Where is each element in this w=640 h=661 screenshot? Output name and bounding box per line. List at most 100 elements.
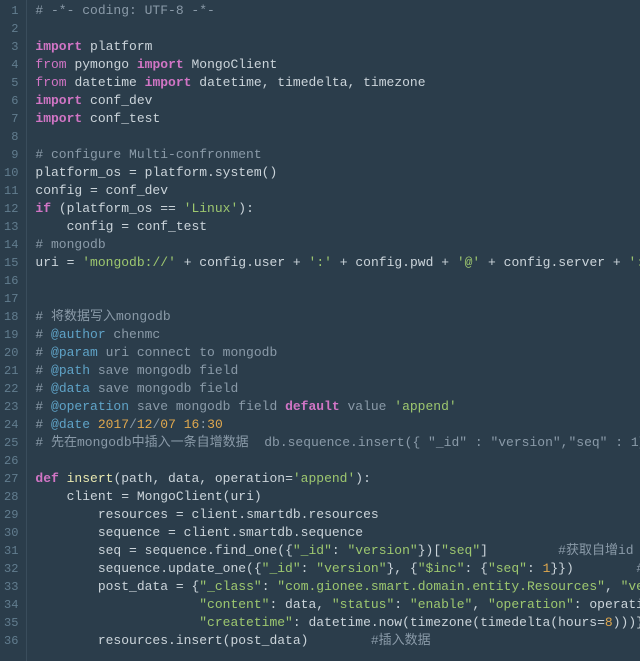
line-number: 18 xyxy=(4,308,18,326)
code-token: platform.system() xyxy=(137,165,277,180)
code-line[interactable]: sequence.update_one({"_id": "version"}, … xyxy=(35,560,640,578)
line-number: 24 xyxy=(4,416,18,434)
code-line[interactable]: # @path save mongodb field xyxy=(35,362,640,380)
code-token: ): xyxy=(238,201,254,216)
code-token xyxy=(332,255,340,270)
code-line[interactable]: # mongodb xyxy=(35,236,640,254)
code-line[interactable]: client = MongoClient(uri) xyxy=(35,488,640,506)
code-line[interactable] xyxy=(35,272,640,290)
code-token: # xyxy=(35,399,51,414)
code-line[interactable]: # @param uri connect to mongodb xyxy=(35,344,640,362)
code-token xyxy=(449,255,457,270)
code-line[interactable]: from datetime import datetime, timedelta… xyxy=(35,74,640,92)
code-token: sequence xyxy=(35,525,168,540)
code-line[interactable]: if (platform_os == 'Linux'): xyxy=(35,200,640,218)
code-line[interactable]: import platform xyxy=(35,38,640,56)
code-token: sequence.find_one({ xyxy=(137,543,293,558)
code-token: # -*- coding: UTF-8 -*- xyxy=(35,3,214,18)
code-line[interactable]: def insert(path, data, operation='append… xyxy=(35,470,640,488)
code-token: value xyxy=(340,399,395,414)
code-token: client.smartdb.resources xyxy=(184,507,379,522)
code-token: import xyxy=(137,57,184,72)
code-token: "_class" xyxy=(199,579,261,594)
code-line[interactable]: "content": data, "status": "enable", "op… xyxy=(35,596,640,614)
code-line[interactable]: import conf_test xyxy=(35,110,640,128)
code-line[interactable]: import conf_dev xyxy=(35,92,640,110)
line-number: 17 xyxy=(4,290,18,308)
code-line[interactable] xyxy=(35,20,640,38)
code-token: : xyxy=(301,561,317,576)
code-token: 30 xyxy=(207,417,223,432)
line-number: 20 xyxy=(4,344,18,362)
code-token: : data, xyxy=(269,597,331,612)
code-token: "_id" xyxy=(293,543,332,558)
code-token: import xyxy=(35,39,82,54)
line-number: 2 xyxy=(4,20,18,38)
code-token: "createtime" xyxy=(199,615,293,630)
code-token: config xyxy=(35,219,121,234)
code-token: / xyxy=(129,417,137,432)
code-token: @operation xyxy=(51,399,129,414)
code-line[interactable]: config = conf_dev xyxy=(35,182,640,200)
code-line[interactable]: # @operation save mongodb field default … xyxy=(35,398,640,416)
code-line[interactable] xyxy=(35,128,640,146)
code-token xyxy=(176,255,184,270)
code-token: { xyxy=(184,579,200,594)
code-line[interactable]: # 先在mongodb中插入一条自增数据 db.sequence.insert(… xyxy=(35,434,640,452)
code-token xyxy=(59,471,67,486)
code-token: def xyxy=(35,471,58,486)
code-line[interactable]: seq = sequence.find_one({"_id": "version… xyxy=(35,542,640,560)
code-token: if xyxy=(35,201,51,216)
code-line[interactable]: config = conf_test xyxy=(35,218,640,236)
line-number: 29 xyxy=(4,506,18,524)
code-line[interactable]: # @date 2017/12/07 16:30 xyxy=(35,416,640,434)
line-number: 10 xyxy=(4,164,18,182)
line-number: 34 xyxy=(4,596,18,614)
code-token: # xyxy=(35,363,51,378)
line-number: 32 xyxy=(4,560,18,578)
code-token: # mongodb xyxy=(35,237,105,252)
code-token: @param xyxy=(51,345,98,360)
line-number: 26 xyxy=(4,452,18,470)
line-number: 14 xyxy=(4,236,18,254)
code-token: : xyxy=(394,597,410,612)
code-token xyxy=(176,201,184,216)
code-token: + xyxy=(184,255,192,270)
code-line[interactable]: uri = 'mongodb://' + config.user + ':' +… xyxy=(35,254,640,272)
code-line[interactable]: from pymongo import MongoClient xyxy=(35,56,640,74)
code-line[interactable]: # @data save mongodb field xyxy=(35,380,640,398)
code-line[interactable]: resources.insert(post_data) #插入数据 xyxy=(35,632,640,650)
code-line[interactable]: # -*- coding: UTF-8 -*- xyxy=(35,2,640,20)
code-line[interactable]: "createtime": datetime.now(timezone(time… xyxy=(35,614,640,632)
code-line[interactable]: resources = client.smartdb.resources xyxy=(35,506,640,524)
code-token: import xyxy=(145,75,192,90)
code-line[interactable]: sequence = client.smartdb.sequence xyxy=(35,524,640,542)
code-token: datetime, timedelta, timezone xyxy=(199,75,425,90)
code-line[interactable]: # configure Multi-confronment xyxy=(35,146,640,164)
code-token: import xyxy=(35,111,82,126)
code-token: #自增id+1 xyxy=(636,561,640,576)
code-token: platform xyxy=(90,39,152,54)
code-line[interactable]: # @author chenmc xyxy=(35,326,640,344)
code-token: from xyxy=(35,57,66,72)
code-line[interactable]: platform_os = platform.system() xyxy=(35,164,640,182)
code-token: uri connect to mongodb xyxy=(98,345,277,360)
line-number: 1 xyxy=(4,2,18,20)
code-token: "version" xyxy=(348,543,418,558)
line-number: 13 xyxy=(4,218,18,236)
code-token: 8 xyxy=(605,615,613,630)
code-token: post_data xyxy=(35,579,175,594)
code-token: })[ xyxy=(418,543,441,558)
code-token: save mongodb field xyxy=(90,363,238,378)
line-number: 35 xyxy=(4,614,18,632)
code-line[interactable]: # 将数据写入mongodb xyxy=(35,308,640,326)
code-line[interactable] xyxy=(35,452,640,470)
code-area[interactable]: # -*- coding: UTF-8 -*-import platformfr… xyxy=(27,0,640,661)
code-token: }}) xyxy=(550,561,636,576)
code-token: # 先在mongodb中插入一条自增数据 db.sequence.insert(… xyxy=(35,435,640,450)
line-number: 11 xyxy=(4,182,18,200)
code-token: conf_dev xyxy=(90,93,152,108)
code-line[interactable]: post_data = {"_class": "com.gionee.smart… xyxy=(35,578,640,596)
code-line[interactable] xyxy=(35,290,640,308)
code-token: conf_dev xyxy=(98,183,168,198)
